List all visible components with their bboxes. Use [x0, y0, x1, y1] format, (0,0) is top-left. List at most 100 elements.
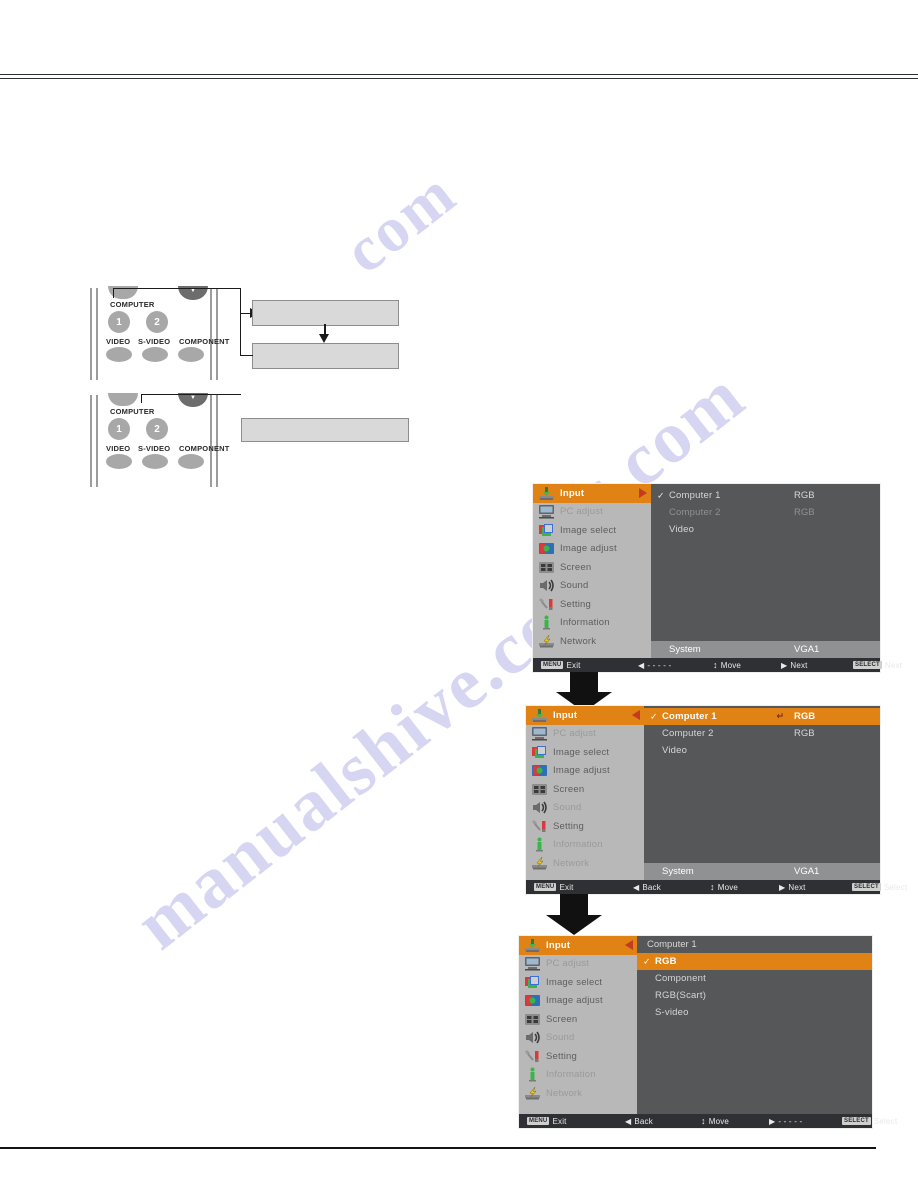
osd-menu-item-network[interactable]: Network: [519, 1084, 637, 1103]
network-icon: [531, 856, 548, 871]
osd-source-option-row[interactable]: S-video: [637, 1004, 872, 1021]
osd-menu-item-image-adjust[interactable]: Image adjust: [533, 540, 651, 559]
osd-option-row[interactable]: Video: [651, 521, 880, 538]
osd-menu-list: Input PC adjust Image select Image adjust Sc…: [526, 706, 653, 880]
osd-menu-item-input[interactable]: Input: [526, 706, 653, 725]
remote-computer-label: COMPUTER: [110, 407, 155, 416]
image-select-icon: [538, 523, 555, 538]
remote-button-computer-1[interactable]: 1: [108, 418, 130, 440]
osd-menu-item-sound[interactable]: Sound: [519, 1029, 637, 1048]
osd-option-row[interactable]: ✓ Computer 1 ↵ RGB: [644, 708, 880, 725]
osd-menu-item-pc-adjust[interactable]: PC adjust: [519, 955, 637, 974]
osd-system-bar: System VGA1: [644, 863, 880, 880]
chevron-left-icon: ◀: [633, 882, 640, 892]
remote-button-component[interactable]: [178, 347, 204, 362]
osd-menu-item-label: Network: [553, 857, 590, 869]
osd-menu-item-screen[interactable]: Screen: [526, 780, 644, 799]
remote-button-component[interactable]: [178, 454, 204, 469]
osd-menu-item-input[interactable]: Input: [519, 936, 646, 955]
osd-menu-item-image-select[interactable]: Image select: [526, 743, 644, 762]
osd-menu-item-image-adjust[interactable]: Image adjust: [526, 762, 644, 781]
input-icon: [538, 486, 555, 501]
remote-bezel-left: [90, 395, 92, 487]
osd-option-row[interactable]: Computer 2 RGB: [644, 725, 880, 742]
remote-button-video[interactable]: [106, 454, 132, 469]
osd-menu-item-information[interactable]: Information: [526, 836, 644, 855]
osd-menu-item-label: Input: [560, 487, 585, 499]
key-guide-item: ↕ Move: [713, 660, 742, 670]
key-guide-label: Move: [720, 660, 742, 670]
osd-menu-item-information[interactable]: Information: [519, 1066, 637, 1085]
header-rule-upper: [0, 74, 918, 75]
osd-menu-item-pc-adjust[interactable]: PC adjust: [533, 503, 651, 522]
key-guide-item: ↕ Move: [701, 1116, 729, 1126]
osd-menu-item-input[interactable]: Input: [533, 484, 651, 503]
osd-panel-input-step2: Input PC adjust Image select Image adjust Sc…: [526, 706, 907, 894]
chevron-right-icon: ▶: [769, 1116, 776, 1126]
osd-option-label: Video: [669, 524, 695, 535]
remote-button-s-video[interactable]: [142, 347, 168, 362]
information-icon: [538, 615, 555, 630]
osd-menu-item-screen[interactable]: Screen: [533, 558, 651, 577]
remote-button-video[interactable]: [106, 347, 132, 362]
osd-menu-item-network[interactable]: Network: [526, 854, 644, 873]
osd-menu-item-sound[interactable]: Sound: [533, 577, 651, 596]
osd-menu-item-information[interactable]: Information: [533, 614, 651, 633]
key-badge: MENU: [541, 661, 564, 669]
key-guide-item: MENU Exit: [534, 883, 574, 892]
callout-box-computer1-top: [252, 300, 399, 326]
key-guide-label: Exit: [559, 882, 574, 892]
osd-content-area: ✓ Computer 1 RGB Computer 2 RGB Video System …: [651, 484, 880, 658]
osd-menu-item-image-adjust[interactable]: Image adjust: [519, 992, 637, 1011]
callout-line-1: [113, 288, 241, 289]
remote-button-computer-2[interactable]: 2: [146, 418, 168, 440]
osd-menu-item-pc-adjust[interactable]: PC adjust: [526, 725, 644, 744]
osd-option-value: RGB: [794, 728, 815, 739]
manual-page: com s.com manualshive.com ▼ COMPUTER 1 2…: [0, 0, 918, 1188]
key-guide-item: MENU Exit: [541, 661, 581, 670]
osd-menu-item-network[interactable]: Network: [533, 632, 651, 651]
remote-top-button-left[interactable]: [108, 393, 138, 406]
key-badge: MENU: [534, 883, 557, 891]
osd-menu-item-setting[interactable]: Setting: [533, 595, 651, 614]
remote-control-diagram-computer1: ▼ COMPUTER 1 2 VIDEO S-VIDEO COMPONENT: [84, 286, 230, 380]
callout-box-computer1-bottom: [252, 343, 399, 369]
osd-panel-input-step1: Input PC adjust Image select Image adjust Sc…: [533, 484, 902, 672]
osd-menu-item-sound[interactable]: Sound: [526, 799, 644, 818]
image-select-icon: [531, 745, 548, 760]
key-guide-label: Next: [788, 882, 806, 892]
osd-source-option-row[interactable]: ✓ RGB: [637, 953, 872, 970]
remote-button-computer-2[interactable]: 2: [146, 311, 168, 333]
key-guide-item: ◀ Back: [625, 1117, 653, 1126]
network-icon: [524, 1086, 541, 1101]
remote-button-s-video[interactable]: [142, 454, 168, 469]
osd-source-option-row[interactable]: RGB(Scart): [637, 987, 872, 1004]
osd-option-row[interactable]: ✓ Computer 1 RGB: [651, 487, 880, 504]
osd-option-label: Computer 2: [662, 728, 714, 739]
osd-menu-item-label: Screen: [546, 1013, 578, 1025]
key-guide-item: ◀ - - - - -: [638, 661, 671, 670]
osd-option-row[interactable]: Video: [644, 742, 880, 759]
key-badge: MENU: [527, 1117, 550, 1125]
pc-adjust-icon: [531, 726, 548, 741]
osd-menu-item-screen[interactable]: Screen: [519, 1010, 637, 1029]
osd-panel-input-source-submenu: Input PC adjust Image select Image adjust Sc…: [519, 936, 897, 1128]
osd-menu-item-image-select[interactable]: Image select: [533, 521, 651, 540]
osd-menu-item-label: PC adjust: [560, 506, 603, 518]
osd-menu-item-label: Image adjust: [560, 543, 617, 555]
osd-source-option-label: RGB(Scart): [655, 990, 707, 1001]
key-guide-label: Move: [717, 882, 739, 892]
osd-menu-item-setting[interactable]: Setting: [526, 817, 644, 836]
sound-icon: [531, 800, 548, 815]
osd-menu-item-image-select[interactable]: Image select: [519, 973, 637, 992]
osd-menu-item-label: Information: [560, 617, 610, 629]
osd-option-row[interactable]: Computer 2 RGB: [651, 504, 880, 521]
osd-source-option-row[interactable]: Component: [637, 970, 872, 987]
check-icon: ✓: [643, 956, 651, 966]
remote-control-diagram-computer2: ▼ COMPUTER 1 2 VIDEO S-VIDEO COMPONENT: [84, 393, 230, 487]
osd-menu-item-setting[interactable]: Setting: [519, 1047, 637, 1066]
remote-top-button-right[interactable]: ▼: [178, 393, 208, 407]
remote-button-computer-1[interactable]: 1: [108, 311, 130, 333]
check-icon: ✓: [657, 490, 665, 500]
osd-menu-item-label: Image select: [553, 746, 610, 758]
